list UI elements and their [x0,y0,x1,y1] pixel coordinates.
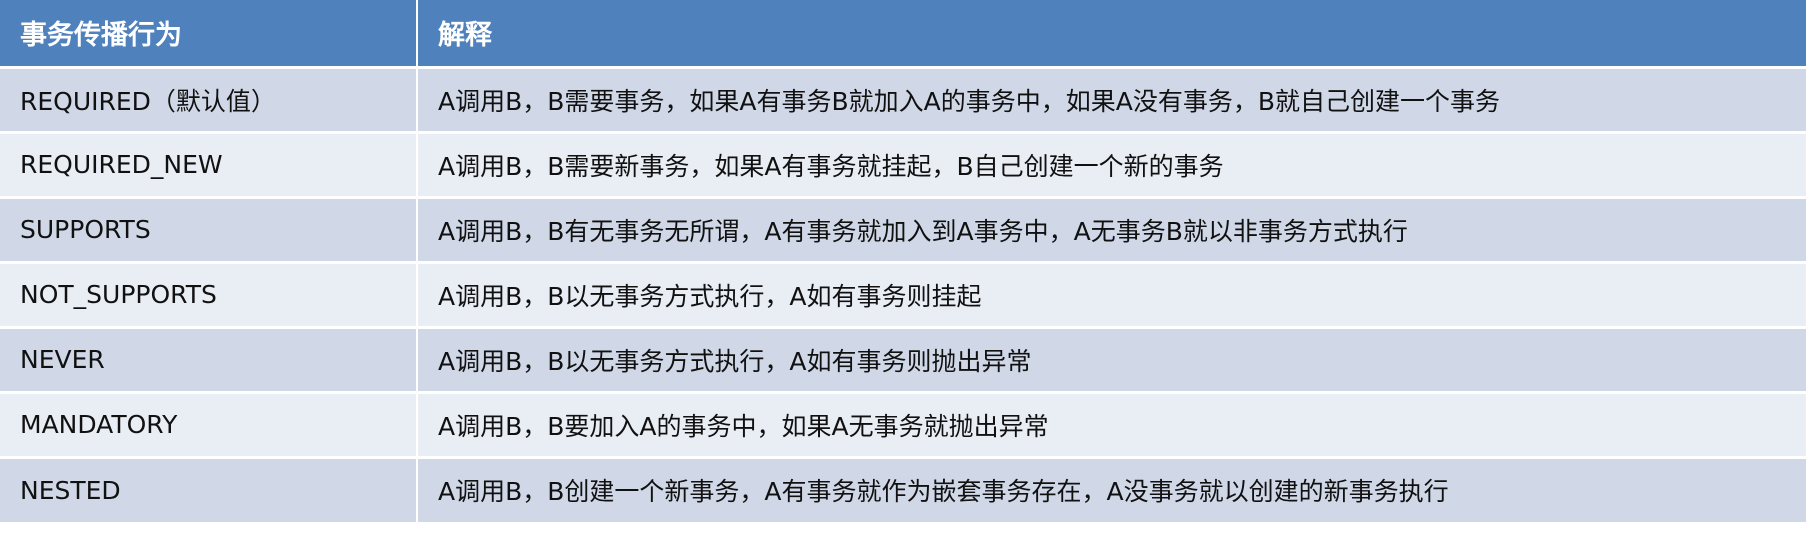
behavior-cell: SUPPORTS [0,195,418,262]
explanation-cell: A调用B，B以无事务方式执行，A如有事务则抛出异常 [417,325,1806,392]
explanation-cell: A调用B，B创建一个新事务，A有事务就作为嵌套事务存在，A没事务就以创建的新事务… [417,455,1806,522]
explanation-cell: A调用B，B要加入A的事务中，如果A无事务就抛出异常 [417,390,1806,457]
explanation-cell: A调用B，B有无事务无所谓，A有事务就加入到A事务中，A无事务B就以非事务方式执… [417,195,1806,262]
header-behavior: 事务传播行为 [0,0,418,67]
table-row: SUPPORTS A调用B，B有无事务无所谓，A有事务就加入到A事务中，A无事务… [0,195,1806,262]
table-row: REQUIRED（默认值） A调用B，B需要事务，如果A有事务B就加入A的事务中… [0,65,1806,132]
behavior-cell: MANDATORY [0,390,418,457]
header-explanation: 解释 [417,0,1806,67]
behavior-cell: NEVER [0,325,418,392]
table-row: NESTED A调用B，B创建一个新事务，A有事务就作为嵌套事务存在，A没事务就… [0,455,1806,522]
propagation-table-container: 事务传播行为 解释 REQUIRED（默认值） A调用B，B需要事务，如果A有事… [0,0,1810,534]
propagation-table: 事务传播行为 解释 REQUIRED（默认值） A调用B，B需要事务，如果A有事… [0,0,1806,522]
table-row: NEVER A调用B，B以无事务方式执行，A如有事务则抛出异常 [0,325,1806,392]
behavior-cell: NOT_SUPPORTS [0,260,418,327]
behavior-cell: REQUIRED（默认值） [0,65,418,132]
table-row: REQUIRED_NEW A调用B，B需要新事务，如果A有事务就挂起，B自己创建… [0,130,1806,197]
table-row: MANDATORY A调用B，B要加入A的事务中，如果A无事务就抛出异常 [0,390,1806,457]
explanation-cell: A调用B，B需要事务，如果A有事务B就加入A的事务中，如果A没有事务，B就自己创… [417,65,1806,132]
explanation-cell: A调用B，B需要新事务，如果A有事务就挂起，B自己创建一个新的事务 [417,130,1806,197]
behavior-cell: NESTED [0,455,418,522]
table-header-row: 事务传播行为 解释 [0,0,1806,67]
table-row: NOT_SUPPORTS A调用B，B以无事务方式执行，A如有事务则挂起 [0,260,1806,327]
explanation-cell: A调用B，B以无事务方式执行，A如有事务则挂起 [417,260,1806,327]
behavior-cell: REQUIRED_NEW [0,130,418,197]
